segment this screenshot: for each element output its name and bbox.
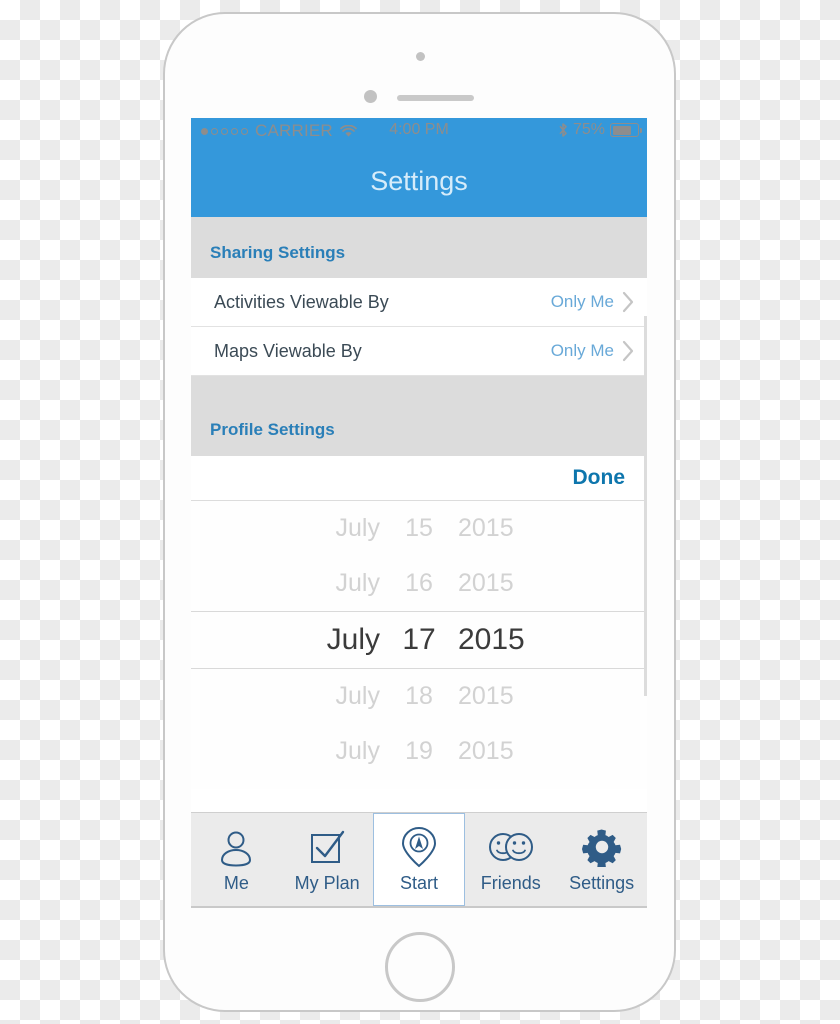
picker-toolbar: Done: [191, 456, 647, 500]
settings-content: Sharing Settings Activities Viewable By …: [191, 217, 647, 908]
picker-month: July: [326, 623, 380, 656]
map-pin-compass-icon: [399, 825, 439, 869]
picker-day: 17: [402, 623, 436, 656]
tab-label: Me: [223, 873, 249, 893]
two-smiley-faces-icon: [487, 825, 535, 869]
row-maps-viewable-by[interactable]: Maps Viewable By Only Me: [191, 327, 647, 376]
picker-month: July: [335, 682, 380, 710]
date-picker[interactable]: July 15 2015 July 16 2015 July 17 2015 J…: [191, 500, 647, 789]
row-activities-viewable-by[interactable]: Activities Viewable By Only Me: [191, 278, 647, 327]
picker-year: 2015: [458, 682, 514, 710]
tab-label: Start: [399, 873, 438, 893]
section-header-profile: Profile Settings: [191, 376, 647, 456]
tab-my-plan[interactable]: My Plan: [282, 813, 373, 906]
checkbox-check-icon: [307, 825, 347, 869]
section-header-sharing: Sharing Settings: [191, 217, 647, 278]
bluetooth-icon: [558, 122, 568, 138]
row-label: Activities Viewable By: [214, 291, 389, 312]
chevron-right-icon: [622, 340, 635, 362]
picker-month: July: [335, 737, 380, 765]
picker-month: July: [335, 514, 380, 542]
camera-dot-icon: [415, 52, 425, 61]
picker-year: 2015: [458, 623, 525, 656]
phone-screen: CARRIER 4:00 PM 75% Settings Sharing Set…: [191, 118, 647, 908]
status-bar-right: 75%: [558, 121, 642, 139]
chevron-right-icon: [622, 291, 635, 313]
picker-day: 19: [405, 737, 433, 765]
picker-day: 18: [405, 682, 433, 710]
tab-start[interactable]: Start: [372, 813, 466, 906]
tab-label: Settings: [569, 873, 635, 893]
date-picker-row-selected[interactable]: July 17 2015: [191, 611, 647, 669]
battery-percent-label: 75%: [572, 121, 605, 138]
tab-bar: Me My Plan Start Friends Settings: [191, 812, 647, 908]
date-picker-row[interactable]: July 15 2015: [191, 501, 647, 556]
earpiece-speaker: [397, 95, 474, 101]
tab-settings[interactable]: Settings: [556, 813, 647, 906]
done-button[interactable]: Done: [573, 466, 626, 490]
gear-icon: [581, 825, 622, 869]
picker-year: 2015: [458, 737, 514, 765]
home-button[interactable]: [384, 932, 455, 1002]
date-picker-row[interactable]: July 16 2015: [191, 556, 647, 611]
picker-year: 2015: [458, 569, 514, 597]
date-picker-row[interactable]: July 18 2015: [191, 669, 647, 724]
picker-day: 15: [405, 514, 433, 542]
battery-icon: [610, 123, 642, 137]
picker-day: 16: [405, 569, 433, 597]
row-label: Maps Viewable By: [214, 340, 362, 361]
navigation-bar: Settings: [191, 146, 647, 217]
row-value: Only Me: [550, 341, 614, 360]
front-camera-icon: [364, 90, 377, 103]
tab-label: Friends: [480, 873, 541, 893]
tab-me[interactable]: Me: [191, 813, 282, 906]
status-bar: CARRIER 4:00 PM 75%: [191, 118, 647, 146]
date-picker-row[interactable]: July 19 2015: [191, 724, 647, 779]
row-value: Only Me: [550, 292, 614, 311]
tab-friends[interactable]: Friends: [465, 813, 556, 906]
scrollbar[interactable]: [644, 316, 647, 696]
tab-label: My Plan: [294, 873, 360, 893]
picker-month: July: [335, 569, 380, 597]
picker-year: 2015: [458, 514, 514, 542]
person-icon: [216, 825, 256, 869]
page-title: Settings: [370, 166, 468, 196]
